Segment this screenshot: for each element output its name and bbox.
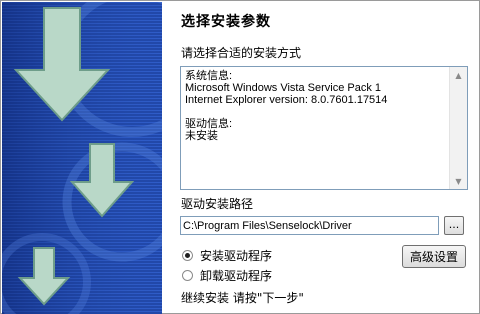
continue-hint: 继续安装 请按"下一步" bbox=[181, 291, 304, 305]
install-path-input[interactable] bbox=[180, 216, 439, 235]
install-driver-option[interactable]: 安装驱动程序 bbox=[182, 247, 272, 264]
system-info-textarea[interactable]: 系统信息: Microsoft Windows Vista Service Pa… bbox=[180, 66, 468, 190]
uninstall-driver-option[interactable]: 卸载驱动程序 bbox=[182, 267, 272, 284]
install-path-label: 驱动安装路径 bbox=[181, 197, 254, 211]
system-info-text: 系统信息: Microsoft Windows Vista Service Pa… bbox=[185, 70, 388, 142]
uninstall-radio-label: 卸载驱动程序 bbox=[200, 269, 273, 283]
scroll-down-arrow-icon[interactable]: ▼ bbox=[450, 173, 467, 189]
instruction-label: 请选择合适的安装方式 bbox=[181, 46, 302, 60]
install-radio[interactable] bbox=[182, 250, 193, 261]
scroll-up-arrow-icon[interactable]: ▲ bbox=[450, 67, 467, 83]
installer-panel: 选择安装参数 请选择合适的安装方式 系统信息: Microsoft Window… bbox=[0, 0, 480, 314]
banner-graphic bbox=[2, 2, 162, 314]
install-radio-label: 安装驱动程序 bbox=[200, 249, 273, 263]
advanced-settings-button[interactable]: 高级设置 bbox=[402, 245, 466, 268]
uninstall-radio[interactable] bbox=[182, 270, 193, 281]
banner-art bbox=[2, 2, 162, 314]
info-scrollbar[interactable]: ▲ ▼ bbox=[449, 67, 467, 189]
browse-button[interactable]: ... bbox=[444, 216, 464, 235]
page-title: 选择安装参数 bbox=[181, 14, 271, 30]
